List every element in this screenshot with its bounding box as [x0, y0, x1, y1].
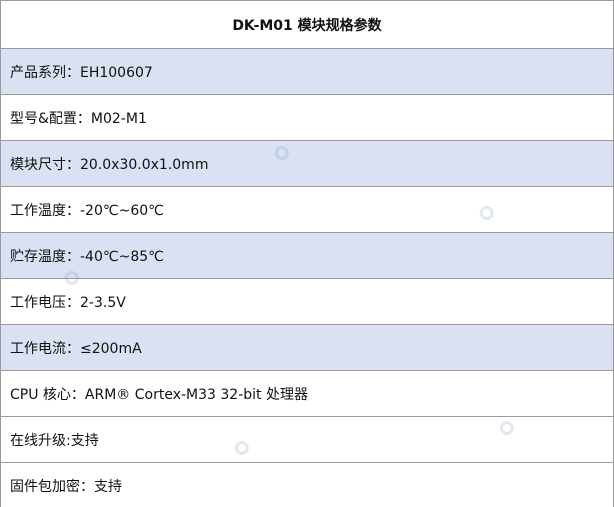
table-title: DK-M01 模块规格参数	[232, 17, 382, 34]
table-row: 工作电流：≤200mA	[1, 325, 613, 371]
table-row: 工作电压：2-3.5V	[1, 279, 613, 325]
spec-table: DK-M01 模块规格参数 产品系列：EH100607 型号&配置：M02-M1…	[0, 0, 614, 507]
spec-text: 在线升级:支持	[10, 432, 99, 449]
spec-text: 工作电压：2-3.5V	[10, 294, 126, 311]
table-row: 型号&配置：M02-M1	[1, 95, 613, 141]
spec-text: 贮存温度：-40℃~85℃	[10, 248, 164, 265]
spec-text: 模块尺寸：20.0x30.0x1.0mm	[10, 156, 209, 173]
spec-text: 产品系列：EH100607	[10, 64, 153, 81]
table-row: 产品系列：EH100607	[1, 49, 613, 95]
table-header-row: DK-M01 模块规格参数	[1, 0, 613, 49]
spec-text: CPU 核心：ARM® Cortex-M33 32-bit 处理器	[10, 386, 308, 403]
table-row: 在线升级:支持	[1, 417, 613, 463]
spec-text: 固件包加密：支持	[10, 479, 122, 495]
spec-text: 工作电流：≤200mA	[10, 340, 142, 357]
table-row: 模块尺寸：20.0x30.0x1.0mm	[1, 141, 613, 187]
table-row: CPU 核心：ARM® Cortex-M33 32-bit 处理器	[1, 371, 613, 417]
table-row: 贮存温度：-40℃~85℃	[1, 233, 613, 279]
table-row: 固件包加密：支持	[1, 463, 613, 507]
spec-text: 工作温度：-20℃~60℃	[10, 202, 164, 219]
table-row: 工作温度：-20℃~60℃	[1, 187, 613, 233]
spec-text: 型号&配置：M02-M1	[10, 110, 147, 127]
